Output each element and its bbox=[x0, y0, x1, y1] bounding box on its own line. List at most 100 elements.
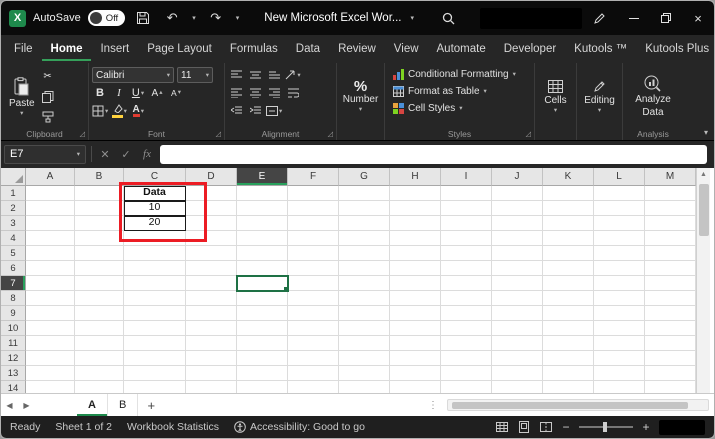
wrap-text-button[interactable] bbox=[285, 85, 301, 101]
redo-button[interactable]: ↷ bbox=[205, 7, 227, 29]
cell-L1[interactable] bbox=[594, 186, 645, 201]
vertical-scrollbar[interactable]: ▲ bbox=[696, 168, 710, 393]
cell-J9[interactable] bbox=[492, 306, 543, 321]
font-size-combo[interactable]: 11▾ bbox=[177, 67, 213, 83]
cell-B8[interactable] bbox=[75, 291, 124, 306]
decrease-indent-button[interactable] bbox=[228, 103, 244, 119]
cell-H11[interactable] bbox=[390, 336, 441, 351]
cell-M6[interactable] bbox=[645, 261, 696, 276]
underline-button[interactable]: U bbox=[132, 87, 140, 99]
cell-K10[interactable] bbox=[543, 321, 594, 336]
save-icon[interactable] bbox=[132, 7, 154, 29]
analyze-data-button[interactable]: Analyze Data bbox=[630, 66, 676, 127]
cell-G3[interactable] bbox=[339, 216, 390, 231]
cell-C7[interactable] bbox=[124, 276, 186, 291]
cell-G5[interactable] bbox=[339, 246, 390, 261]
row-header-10[interactable]: 10 bbox=[1, 321, 26, 336]
cell-A2[interactable] bbox=[26, 201, 75, 216]
cell-styles-button[interactable]: Cell Styles▾ bbox=[391, 100, 531, 117]
cell-L14[interactable] bbox=[594, 381, 645, 393]
tab-view[interactable]: View bbox=[385, 37, 428, 61]
cell-C5[interactable] bbox=[124, 246, 186, 261]
row-header-6[interactable]: 6 bbox=[1, 261, 26, 276]
cell-M9[interactable] bbox=[645, 306, 696, 321]
cell-A8[interactable] bbox=[26, 291, 75, 306]
cell-M2[interactable] bbox=[645, 201, 696, 216]
orientation-button[interactable]: ▾ bbox=[285, 67, 301, 83]
borders-button[interactable]: ▾ bbox=[92, 103, 108, 119]
cell-J4[interactable] bbox=[492, 231, 543, 246]
next-sheet-button[interactable]: ▶ bbox=[18, 401, 35, 410]
cell-E3[interactable] bbox=[237, 216, 288, 231]
cell-C4[interactable] bbox=[124, 231, 186, 246]
tab-kutools[interactable]: Kutools ™ bbox=[565, 37, 636, 61]
cell-M4[interactable] bbox=[645, 231, 696, 246]
tab-review[interactable]: Review bbox=[329, 37, 385, 61]
cell-K13[interactable] bbox=[543, 366, 594, 381]
cell-J12[interactable] bbox=[492, 351, 543, 366]
enter-formula-button[interactable]: ✓ bbox=[118, 148, 134, 161]
cell-I6[interactable] bbox=[441, 261, 492, 276]
new-sheet-button[interactable]: + bbox=[138, 398, 164, 413]
cell-B9[interactable] bbox=[75, 306, 124, 321]
cell-K7[interactable] bbox=[543, 276, 594, 291]
cell-K11[interactable] bbox=[543, 336, 594, 351]
column-header-M[interactable]: M bbox=[645, 168, 696, 186]
workbook-statistics-button[interactable]: Workbook Statistics bbox=[127, 421, 219, 433]
cell-E5[interactable] bbox=[237, 246, 288, 261]
styles-dialog-launcher[interactable]: ◿ bbox=[526, 130, 531, 138]
cell-F3[interactable] bbox=[288, 216, 339, 231]
cell-J1[interactable] bbox=[492, 186, 543, 201]
cell-F12[interactable] bbox=[288, 351, 339, 366]
cell-G12[interactable] bbox=[339, 351, 390, 366]
cell-C2[interactable]: 10 bbox=[124, 201, 186, 216]
select-all-corner[interactable] bbox=[1, 168, 26, 186]
conditional-formatting-button[interactable]: Conditional Formatting▾ bbox=[391, 66, 531, 83]
cell-F9[interactable] bbox=[288, 306, 339, 321]
cell-A9[interactable] bbox=[26, 306, 75, 321]
tab-automate[interactable]: Automate bbox=[428, 37, 495, 61]
cell-G9[interactable] bbox=[339, 306, 390, 321]
name-box[interactable]: E7 ▾ bbox=[4, 145, 86, 164]
cell-B4[interactable] bbox=[75, 231, 124, 246]
cell-K5[interactable] bbox=[543, 246, 594, 261]
cell-C11[interactable] bbox=[124, 336, 186, 351]
status-sheet-info[interactable]: Sheet 1 of 2 bbox=[55, 421, 112, 433]
cell-F6[interactable] bbox=[288, 261, 339, 276]
cell-F10[interactable] bbox=[288, 321, 339, 336]
sheet-tab-a[interactable]: A bbox=[77, 394, 108, 416]
restore-button[interactable] bbox=[650, 1, 682, 35]
paste-button[interactable]: Paste ▾ bbox=[4, 66, 40, 127]
tab-page-layout[interactable]: Page Layout bbox=[138, 37, 221, 61]
cell-C3[interactable]: 20 bbox=[124, 216, 186, 231]
cell-B2[interactable] bbox=[75, 201, 124, 216]
column-header-E[interactable]: E bbox=[237, 168, 288, 186]
zoom-slider-thumb[interactable] bbox=[603, 422, 607, 432]
cell-J13[interactable] bbox=[492, 366, 543, 381]
cell-I4[interactable] bbox=[441, 231, 492, 246]
cell-C10[interactable] bbox=[124, 321, 186, 336]
format-as-table-button[interactable]: Format as Table▾ bbox=[391, 83, 531, 100]
cell-B13[interactable] bbox=[75, 366, 124, 381]
cut-button[interactable]: ✂ bbox=[40, 68, 56, 84]
row-header-12[interactable]: 12 bbox=[1, 351, 26, 366]
cell-I14[interactable] bbox=[441, 381, 492, 393]
excel-app-icon[interactable]: X bbox=[9, 10, 26, 27]
cell-F4[interactable] bbox=[288, 231, 339, 246]
cell-K3[interactable] bbox=[543, 216, 594, 231]
cell-E13[interactable] bbox=[237, 366, 288, 381]
cell-C14[interactable] bbox=[124, 381, 186, 393]
cell-K12[interactable] bbox=[543, 351, 594, 366]
cell-D6[interactable] bbox=[186, 261, 237, 276]
cell-B1[interactable] bbox=[75, 186, 124, 201]
align-right-button[interactable] bbox=[266, 85, 282, 101]
cell-G2[interactable] bbox=[339, 201, 390, 216]
cell-M7[interactable] bbox=[645, 276, 696, 291]
cancel-formula-button[interactable]: ✕ bbox=[97, 148, 113, 161]
formula-input[interactable] bbox=[160, 145, 707, 164]
cell-A14[interactable] bbox=[26, 381, 75, 393]
cell-L12[interactable] bbox=[594, 351, 645, 366]
cell-M13[interactable] bbox=[645, 366, 696, 381]
cell-E8[interactable] bbox=[237, 291, 288, 306]
document-title-caret[interactable]: ▾ bbox=[408, 14, 416, 22]
